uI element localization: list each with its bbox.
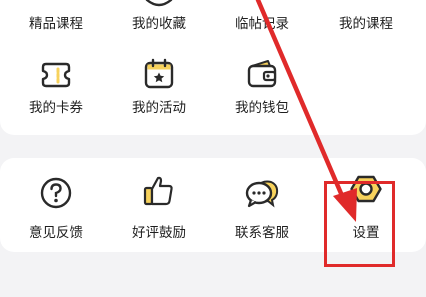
menu-card-primary: 精品课程 我的收藏 临帖记录 我的课程 我的卡券 我的活动 我的钱包 — [0, 0, 426, 135]
menu-item-label: 临帖记录 — [235, 16, 289, 32]
menu-item-my-favorites[interactable]: 我的收藏 — [111, 0, 207, 40]
menu-item-my-coupons[interactable]: 我的卡券 — [8, 60, 104, 120]
menu-item-label: 意见反馈 — [29, 225, 83, 241]
question-icon — [40, 177, 72, 209]
menu-item-label: 我的课程 — [339, 16, 393, 32]
menu-item-label: 我的钱包 — [235, 100, 289, 116]
ticket-icon — [41, 62, 71, 88]
menu-item-label: 联系客服 — [235, 225, 289, 241]
menu-item-featured-courses[interactable]: 精品课程 — [8, 0, 104, 40]
menu-item-my-courses[interactable]: 我的课程 — [318, 0, 414, 40]
wallet-icon — [247, 60, 277, 88]
calendar-star-icon — [144, 58, 174, 89]
menu-item-label: 好评鼓励 — [132, 225, 186, 241]
menu-item-label: 精品课程 — [29, 16, 83, 32]
menu-item-customer-service[interactable]: 联系客服 — [214, 176, 310, 244]
annotation-highlight-box — [324, 181, 395, 267]
menu-item-my-activities[interactable]: 我的活动 — [111, 58, 207, 120]
chat-bubbles-icon — [245, 180, 279, 208]
menu-item-feedback[interactable]: 意见反馈 — [8, 176, 104, 244]
menu-item-my-wallet[interactable]: 我的钱包 — [214, 60, 310, 120]
menu-item-practice-records[interactable]: 临帖记录 — [214, 0, 310, 40]
thumbs-up-icon — [143, 176, 173, 206]
menu-item-label: 我的收藏 — [132, 16, 186, 32]
menu-item-label: 我的活动 — [132, 100, 186, 116]
menu-item-label: 我的卡券 — [29, 100, 83, 116]
menu-item-rate-encourage[interactable]: 好评鼓励 — [111, 176, 207, 244]
